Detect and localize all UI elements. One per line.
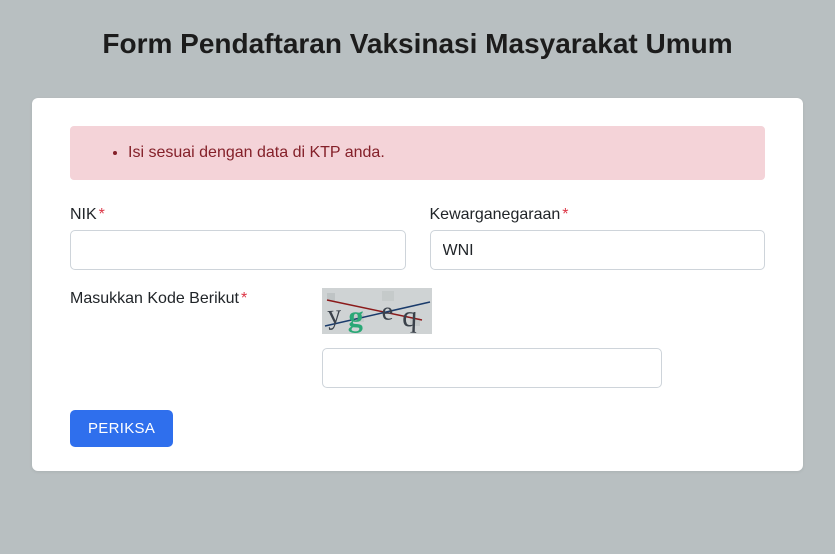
periksa-button[interactable]: PERIKSA — [70, 410, 173, 447]
svg-text:y: y — [326, 299, 342, 331]
svg-text:q: q — [402, 300, 418, 334]
kewarganegaraan-label: Kewarganegaraan* — [430, 206, 766, 224]
captcha-label: Masukkan Kode Berikut* — [70, 290, 298, 308]
svg-text:g: g — [348, 300, 365, 334]
captcha-image: y g e q — [322, 288, 432, 334]
nik-input[interactable] — [70, 230, 406, 270]
captcha-input[interactable] — [322, 348, 662, 388]
kewarganegaraan-select[interactable]: WNI — [430, 230, 766, 270]
svg-text:e: e — [381, 296, 394, 326]
nik-label: NIK* — [70, 206, 406, 224]
alert-item: Isi sesuai dengan data di KTP anda. — [128, 144, 737, 162]
page-title: Form Pendaftaran Vaksinasi Masyarakat Um… — [32, 28, 803, 60]
instruction-alert: Isi sesuai dengan data di KTP anda. — [70, 126, 765, 180]
form-card: Isi sesuai dengan data di KTP anda. NIK*… — [32, 98, 803, 471]
